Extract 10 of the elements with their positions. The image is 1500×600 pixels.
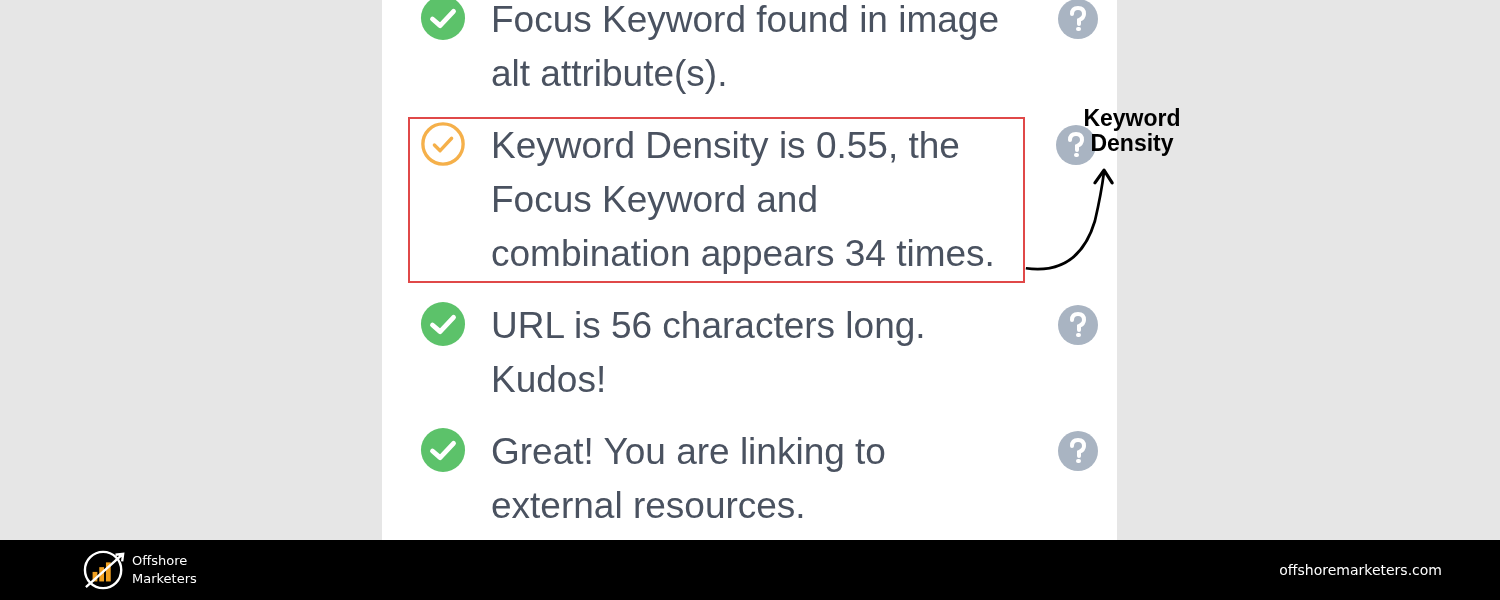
brand-name: Offshore Marketers [132, 552, 198, 588]
check-icon [420, 427, 466, 473]
check-text: Great! You are linking to external resources. [491, 430, 887, 528]
check-icon [420, 301, 466, 347]
website-url: offshoremarketers.com [1279, 562, 1442, 578]
annotation-label: Keyword Density [1082, 106, 1182, 156]
check-text: URL is 56 characters long. Kudos! [491, 304, 927, 402]
check-icon [420, 121, 466, 167]
check-text: Keyword Density is 0.55, the Focus Keyword and combination appears 34 times. [491, 124, 996, 276]
check-text: Focus Keyword found in image alt attribute(s). [491, 0, 1000, 96]
